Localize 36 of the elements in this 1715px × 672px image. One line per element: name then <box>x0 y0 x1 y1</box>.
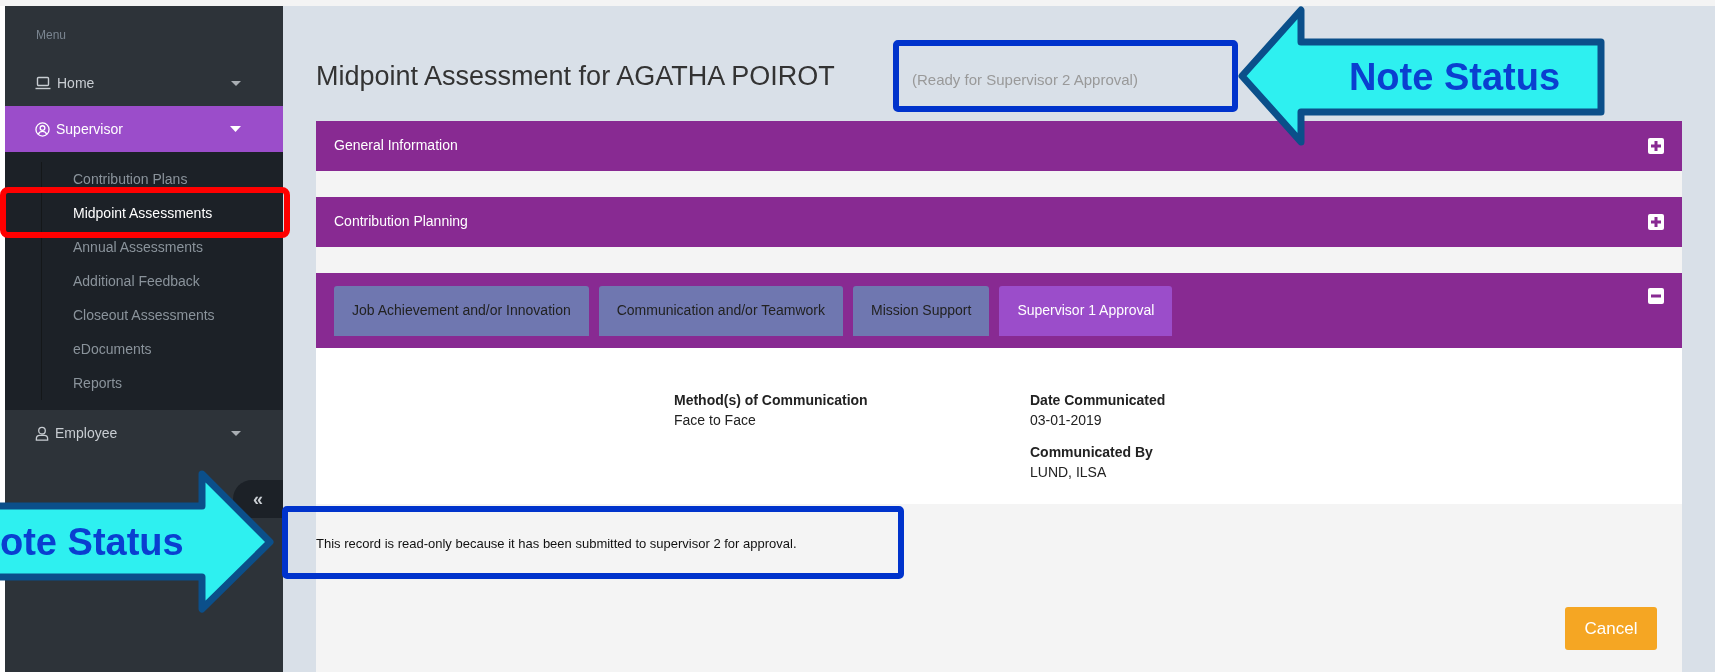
tab[interactable]: Supervisor 1 Approval <box>999 285 1173 336</box>
notice-text: This record is read-only because it has been submitted to supervisor 2 for approval. <box>316 534 797 553</box>
panel-header[interactable]: Contribution Planning <box>316 196 1682 247</box>
plus-square-icon[interactable] <box>1648 213 1664 230</box>
callout-label: Note Status <box>1348 58 1561 96</box>
submenu-item[interactable]: eDocuments <box>42 332 283 366</box>
submenu-item[interactable]: Contribution Plans <box>42 162 283 196</box>
submenu-item[interactable]: Reports <box>42 366 283 400</box>
laptop-icon <box>35 76 51 90</box>
panel-header[interactable]: Job Achievement and/or Innovation Communication and/or Teamwork Mission Support Supervisor 1 Approval <box>316 272 1682 348</box>
field-label: Method(s) of Communication <box>674 390 868 410</box>
plus-square-icon[interactable] <box>1648 137 1664 154</box>
submenu-item[interactable]: Closeout Assessments <box>42 298 283 332</box>
tab[interactable]: Communication and/or Teamwork <box>598 285 843 336</box>
user-icon <box>35 425 49 441</box>
tab[interactable]: Job Achievement and/or Innovation <box>334 285 589 336</box>
tab[interactable]: Mission Support <box>853 285 990 336</box>
panel-title: General Information <box>334 136 458 155</box>
field-value: LUND, ILSA <box>1030 462 1107 482</box>
field-value: 03-01-2019 <box>1030 410 1102 430</box>
submenu-item[interactable]: Additional Feedback <box>42 264 283 298</box>
field-value: Face to Face <box>674 410 756 430</box>
menu-heading: Menu <box>35 27 68 44</box>
callout-label: ote Status <box>0 523 184 561</box>
panel-header[interactable]: General Information <box>316 120 1682 171</box>
user-circle-icon <box>35 121 50 137</box>
panel-title: Contribution Planning <box>334 212 468 231</box>
menu-item[interactable]: Supervisor <box>5 106 283 152</box>
field-label: Communicated By <box>1030 442 1153 462</box>
submenu-item[interactable]: Annual Assessments <box>42 230 283 264</box>
minus-square-icon[interactable] <box>1648 287 1664 304</box>
page-title: Midpoint Assessment for AGATHA POIROT <box>316 60 835 93</box>
collapse-button[interactable]: « <box>233 480 283 518</box>
field-label: Date Communicated <box>1030 390 1166 410</box>
submenu-item[interactable]: Midpoint Assessments <box>42 196 283 230</box>
status-text: (Ready for Supervisor 2 Approval) <box>912 70 1138 90</box>
